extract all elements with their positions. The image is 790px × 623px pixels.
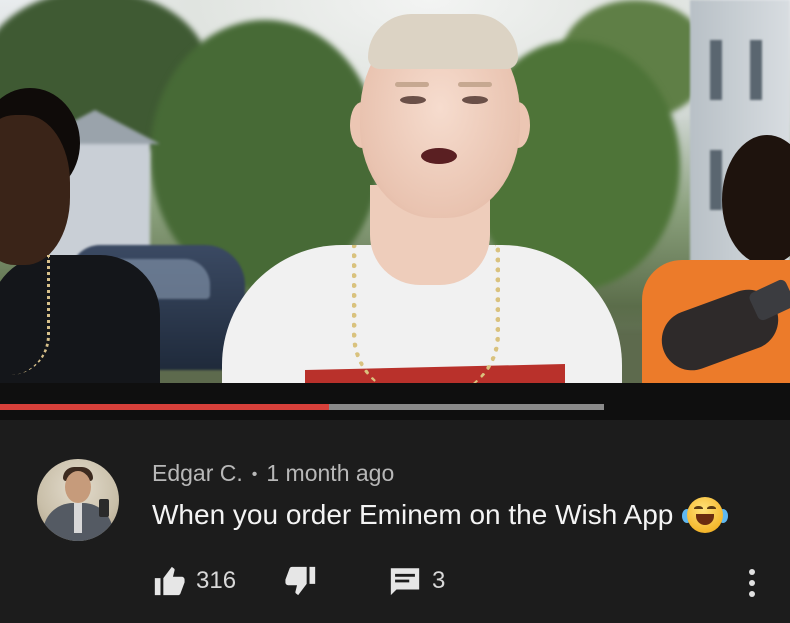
reply-action: 3 xyxy=(388,564,445,598)
mouth xyxy=(421,148,457,164)
thumbs-down-icon[interactable] xyxy=(284,564,318,598)
avatar[interactable] xyxy=(37,459,119,541)
eyebrow xyxy=(395,82,429,87)
player-controls-band xyxy=(0,383,790,420)
comment-time[interactable]: 1 month ago xyxy=(266,460,394,486)
eye xyxy=(400,96,426,104)
left-person-chain xyxy=(0,255,50,375)
comment-meta: Edgar C. • 1 month ago xyxy=(152,460,394,487)
comment-author[interactable]: Edgar C. xyxy=(152,460,243,486)
video-frame[interactable] xyxy=(0,0,790,383)
main-person-hair xyxy=(368,14,518,69)
gold-chain xyxy=(352,245,500,383)
comment-actions: 316 3 xyxy=(152,564,772,600)
face-with-tears-of-joy-icon xyxy=(682,497,729,533)
progress-played xyxy=(0,404,330,410)
comment-icon[interactable] xyxy=(388,564,422,598)
comment-body: When you order Eminem on the Wish App xyxy=(152,499,674,530)
meta-separator: • xyxy=(251,466,258,483)
thumbs-up-icon[interactable] xyxy=(152,564,186,598)
comment: Edgar C. • 1 month ago When you order Emin… xyxy=(0,420,790,623)
eyebrow xyxy=(458,82,492,87)
dislike-action xyxy=(284,564,318,598)
like-action: 316 xyxy=(152,564,236,598)
reply-count: 3 xyxy=(432,567,446,594)
comment-text: When you order Eminem on the Wish App xyxy=(152,497,729,533)
eye xyxy=(462,96,488,104)
more-vertical-icon[interactable] xyxy=(742,566,762,600)
like-count: 316 xyxy=(196,567,237,594)
progress-bar[interactable] xyxy=(0,404,604,410)
